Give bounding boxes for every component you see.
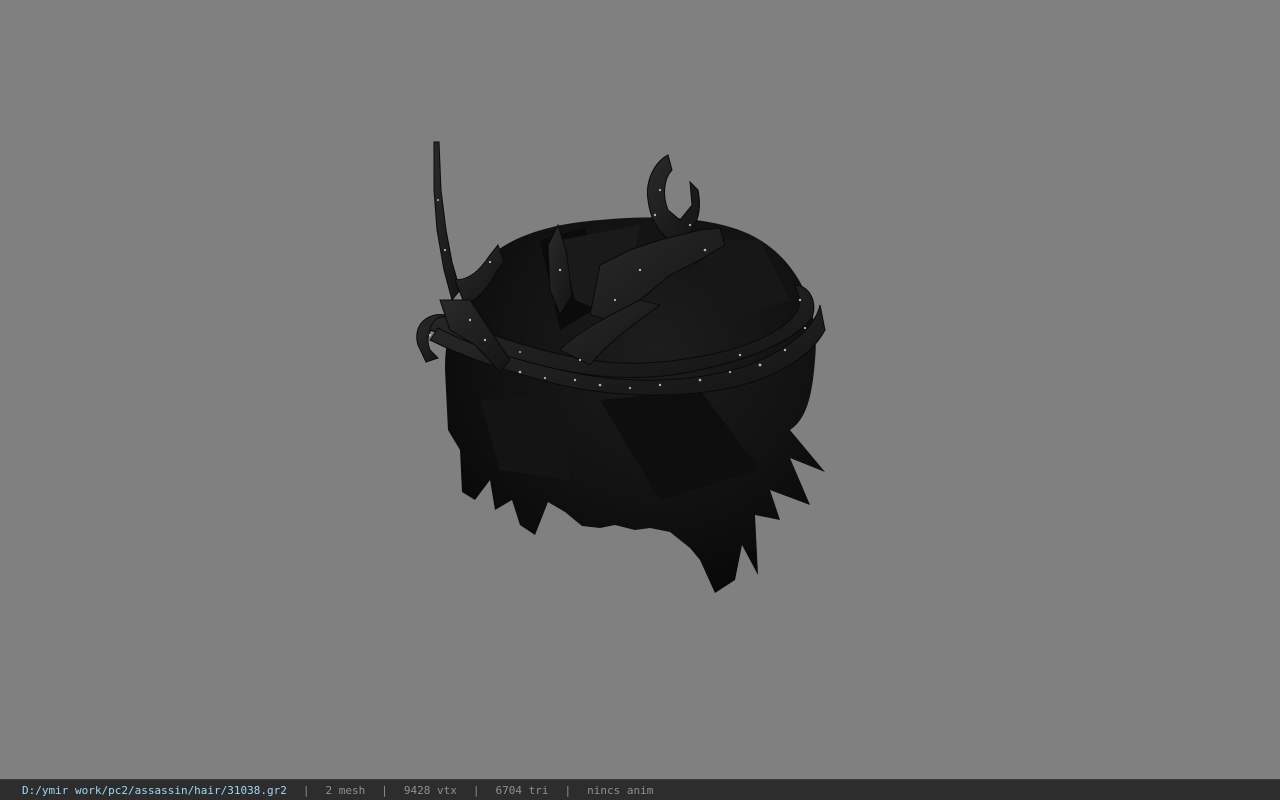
triangle-count: 6704 tri	[495, 783, 549, 797]
status-bar: D:/ymir work/pc2/assassin/hair/31038.gr2…	[0, 779, 1280, 800]
animation-status: nincs anim	[587, 783, 654, 797]
mesh-count: 2 mesh	[325, 783, 366, 797]
separator: |	[472, 783, 480, 797]
separator: |	[564, 783, 572, 797]
vertex-count: 9428 vtx	[403, 783, 457, 797]
file-path: D:/ymir work/pc2/assassin/hair/31038.gr2	[22, 783, 287, 797]
separator: |	[381, 783, 388, 797]
separator: |	[302, 783, 310, 797]
3d-viewport[interactable]	[0, 0, 1280, 779]
hair-model-render[interactable]	[0, 0, 1280, 779]
